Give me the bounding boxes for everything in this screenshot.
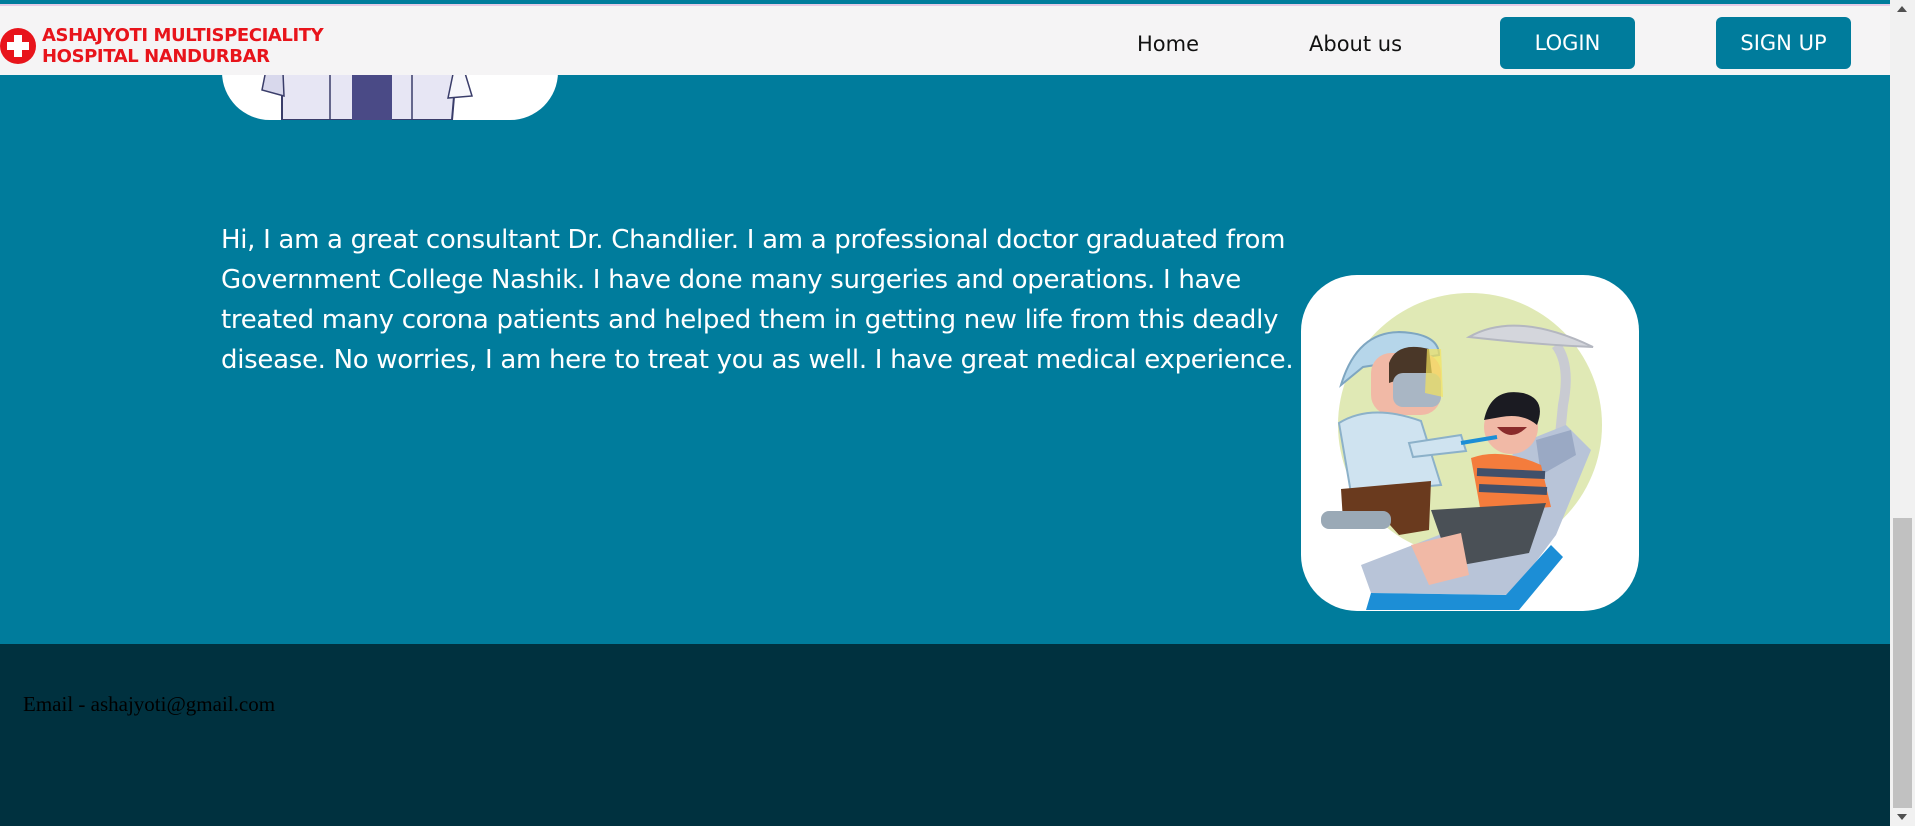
scroll-down-arrow-icon[interactable] bbox=[1897, 814, 1907, 820]
signup-button[interactable]: SIGN UP bbox=[1716, 17, 1851, 69]
nav-about-link[interactable]: About us bbox=[1309, 32, 1402, 56]
login-button[interactable]: LOGIN bbox=[1500, 17, 1635, 69]
red-cross-icon[interactable] bbox=[0, 28, 36, 64]
footer-email-text: Email - ashajyoti@gmail.com bbox=[23, 692, 276, 716]
dentist-illustration-card bbox=[1301, 275, 1639, 611]
footer bbox=[0, 644, 1890, 826]
nav-home-link[interactable]: Home bbox=[1137, 32, 1199, 56]
page: Hi, I am a great consultant Dr. Chandlie… bbox=[0, 0, 1890, 826]
hospital-logo-text[interactable]: ASHAJYOTI MULTISPECIALITY HOSPITAL NANDU… bbox=[42, 25, 324, 67]
dentist-illustration-image bbox=[1321, 293, 1602, 610]
header: ASHAJYOTI MULTISPECIALITY HOSPITAL NANDU… bbox=[0, 4, 1890, 75]
vertical-scrollbar[interactable] bbox=[1890, 0, 1915, 826]
scroll-up-arrow-icon[interactable] bbox=[1897, 6, 1907, 12]
scrollbar-thumb[interactable] bbox=[1893, 518, 1912, 808]
doctor-bio-text: Hi, I am a great consultant Dr. Chandlie… bbox=[221, 225, 1294, 375]
